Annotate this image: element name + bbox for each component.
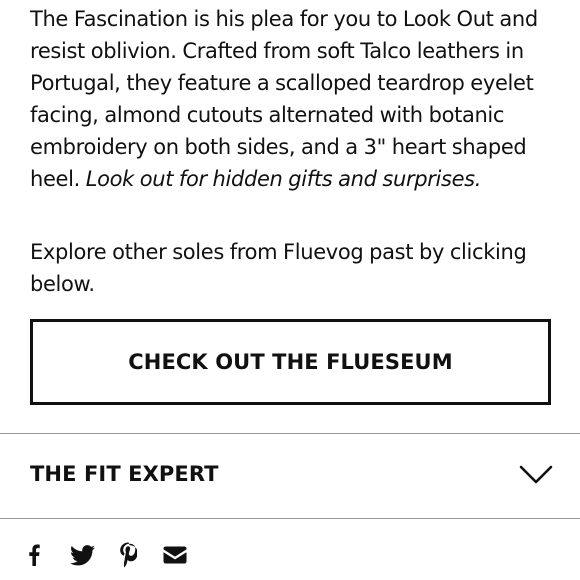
email-share-link[interactable] <box>162 541 188 569</box>
fit-expert-accordion-header[interactable]: THE FIT EXPERT <box>0 435 580 517</box>
pinterest-icon <box>120 542 137 568</box>
twitter-icon <box>69 544 95 565</box>
facebook-icon <box>29 544 40 566</box>
accordion-divider-bottom <box>0 518 580 519</box>
twitter-share-link[interactable] <box>68 541 96 569</box>
facebook-share-link[interactable] <box>26 541 42 569</box>
fit-expert-title: THE FIT EXPERT <box>30 462 219 486</box>
pinterest-share-link[interactable] <box>118 541 138 569</box>
check-out-flueseum-button[interactable]: CHECK OUT THE FLUESEUM <box>30 319 551 405</box>
social-share-bar <box>26 540 188 570</box>
product-description: The Fascination is his plea for you to L… <box>30 3 558 195</box>
explore-text: Explore other soles from Fluevog past by… <box>30 240 527 296</box>
description-italic-text: Look out for hidden gifts and surprises. <box>85 167 482 191</box>
description-main-text: The Fascination is his plea for you to L… <box>30 7 538 191</box>
chevron-down-icon <box>519 465 553 484</box>
accordion-divider-top <box>0 433 580 434</box>
flueseum-button-label: CHECK OUT THE FLUESEUM <box>128 350 453 374</box>
email-icon <box>163 546 187 564</box>
